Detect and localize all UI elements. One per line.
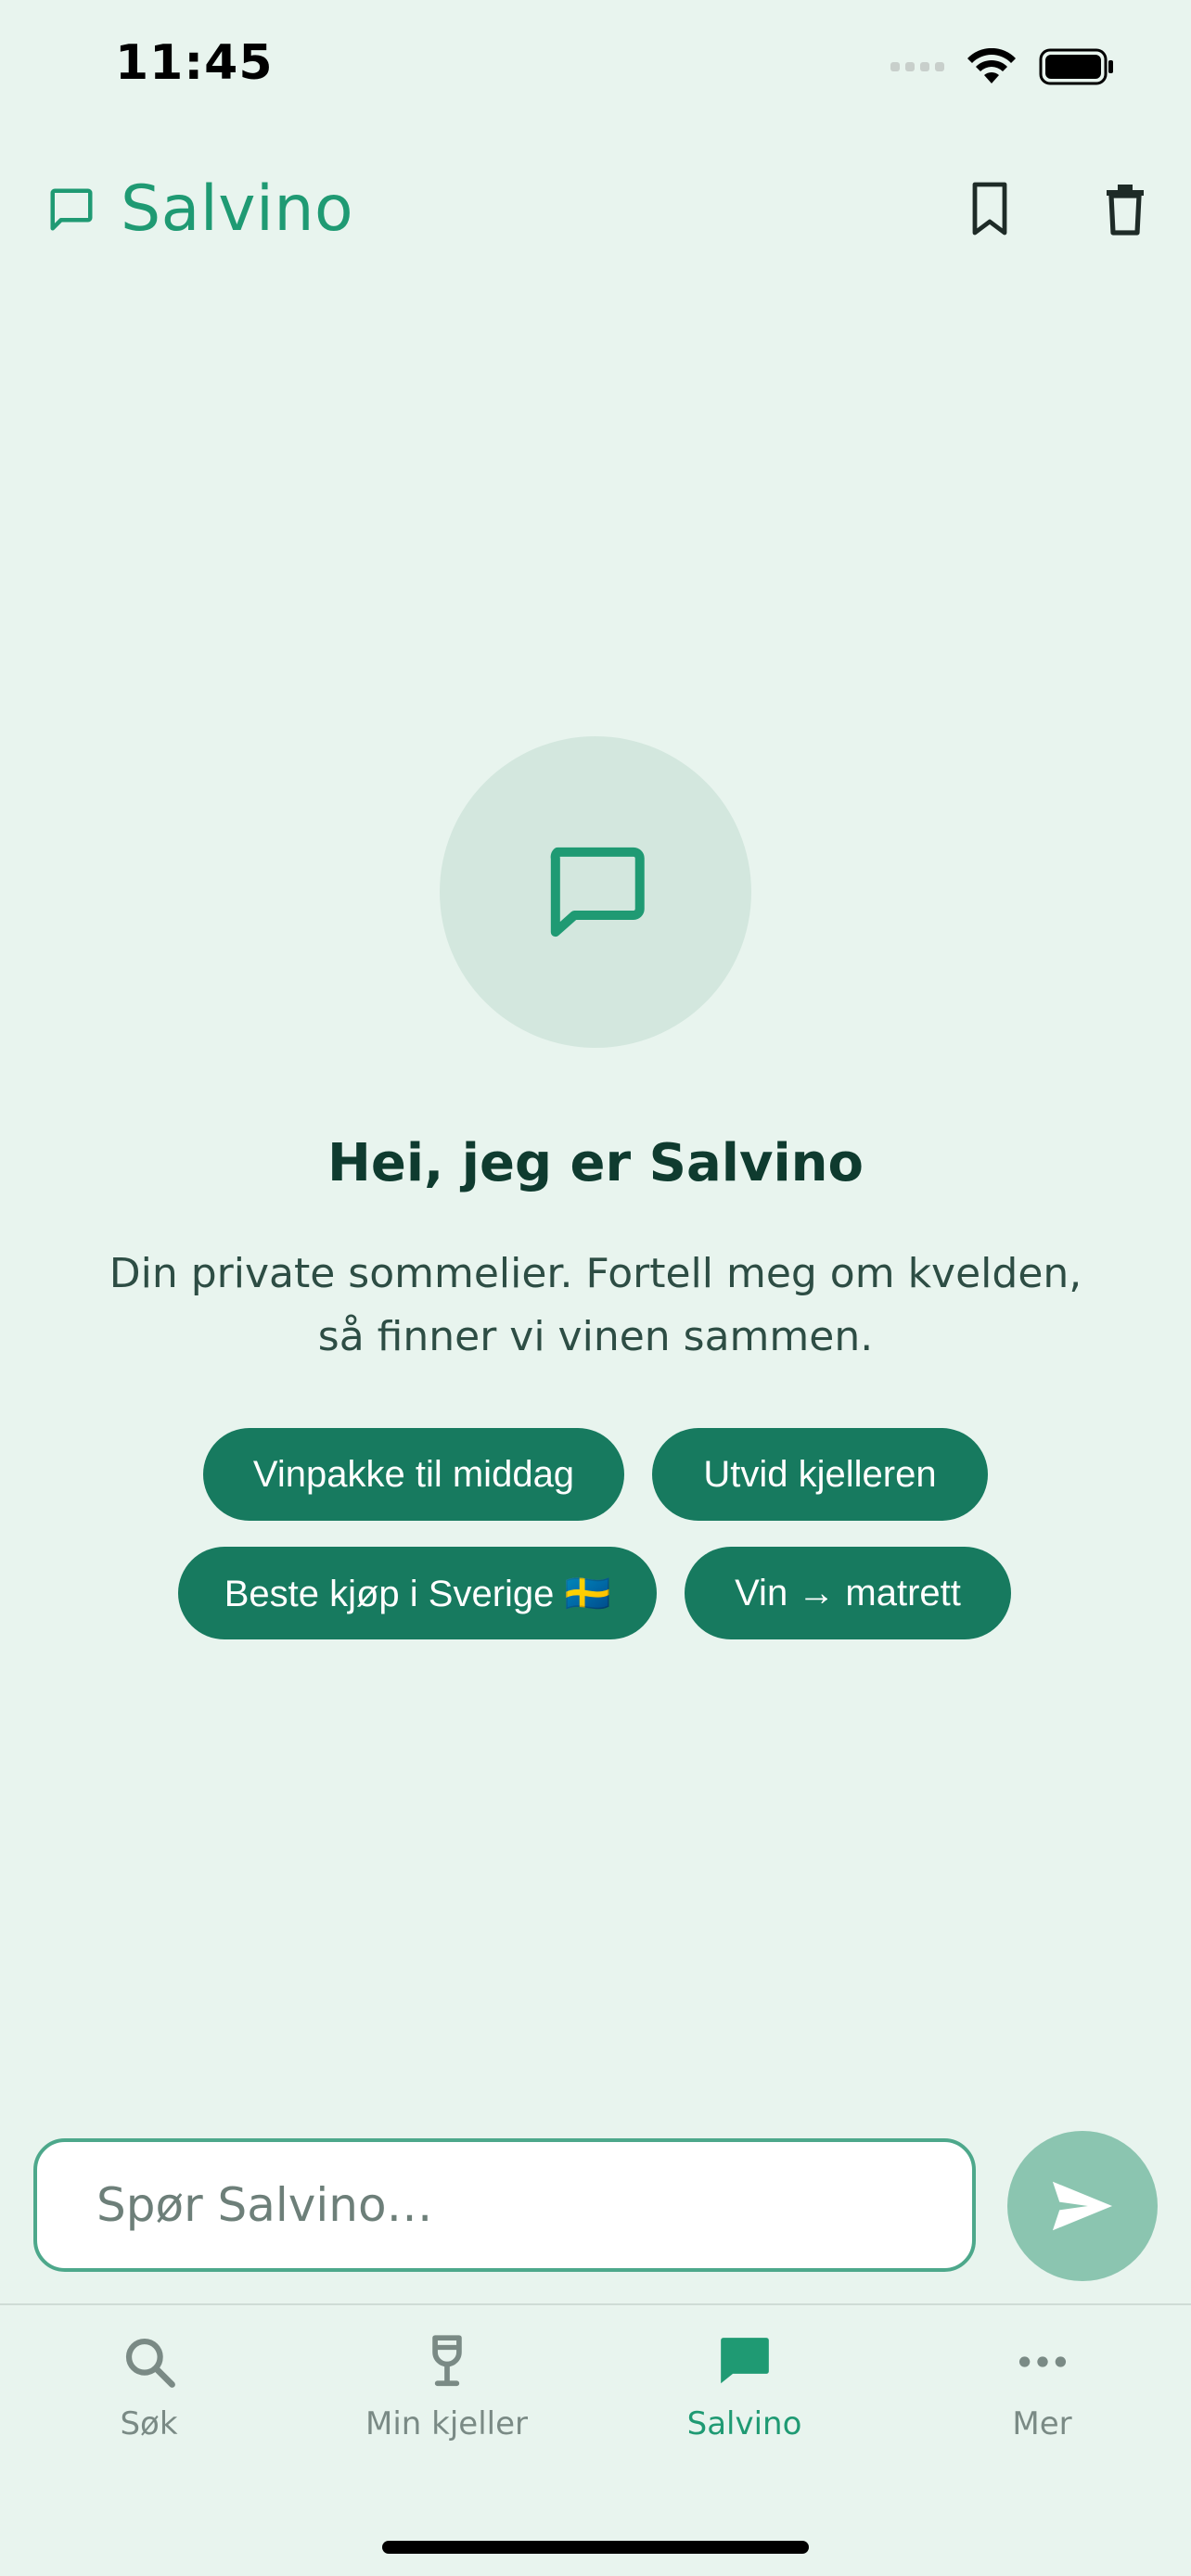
message-input-container[interactable] [33,2138,976,2272]
home-indicator [382,2541,809,2554]
wine-glass-icon [431,2335,462,2387]
delete-chat-button[interactable] [1093,176,1158,241]
tab-salvino[interactable]: Salvino [596,2333,893,2442]
suggestion-chip-wine-to-dish[interactable]: Vin → matrett [685,1547,1011,1639]
send-icon [1052,2181,1113,2231]
suggestion-chip-expand-cellar[interactable]: Utvid kjelleren [652,1428,988,1521]
battery-icon [1039,48,1113,85]
bookmark-button[interactable] [957,176,1022,241]
welcome-subtitle: Din private sommelier. Fortell meg om kv… [83,1243,1108,1369]
bookmark-icon [972,182,1007,236]
welcome-headline: Hei, jeg er Salvino [327,1133,864,1193]
wifi-icon [967,48,1016,83]
more-icon [1018,2356,1066,2367]
chat-bubble-icon [720,2338,769,2384]
search-icon [125,2338,175,2388]
status-indicators [890,48,1115,85]
subtitle-line: Din private sommelier. Fortell meg om kv… [109,1250,1082,1297]
chat-bubble-icon [550,847,645,937]
suggestion-chip-wine-package[interactable]: Vinpakke til middag [203,1428,624,1521]
tabbar-divider [0,2303,1191,2305]
tab-search[interactable]: Søk [0,2333,298,2442]
tab-more[interactable]: Mer [893,2333,1191,2442]
page-title: Salvino [121,172,354,246]
trash-icon [1107,185,1144,236]
salvino-avatar [440,736,751,1048]
tab-label: Salvino [686,2405,802,2442]
status-time: 11:45 [115,35,274,91]
tab-label: Mer [1012,2405,1072,2442]
suggestion-chip-best-buy-sweden[interactable]: Beste kjøp i Sverige 🇸🇪 [178,1547,657,1639]
tab-label: Søk [120,2405,178,2442]
tab-label: Min kjeller [365,2405,528,2442]
send-button[interactable] [1007,2131,1158,2281]
subtitle-line: så finner vi vinen sammen. [317,1313,874,1360]
app-header: Salvino [46,172,353,246]
cellular-signal-icon [890,62,944,71]
message-input[interactable] [95,2177,972,2233]
tab-my-cellar[interactable]: Min kjeller [298,2333,596,2442]
chat-bubble-icon [50,188,93,230]
